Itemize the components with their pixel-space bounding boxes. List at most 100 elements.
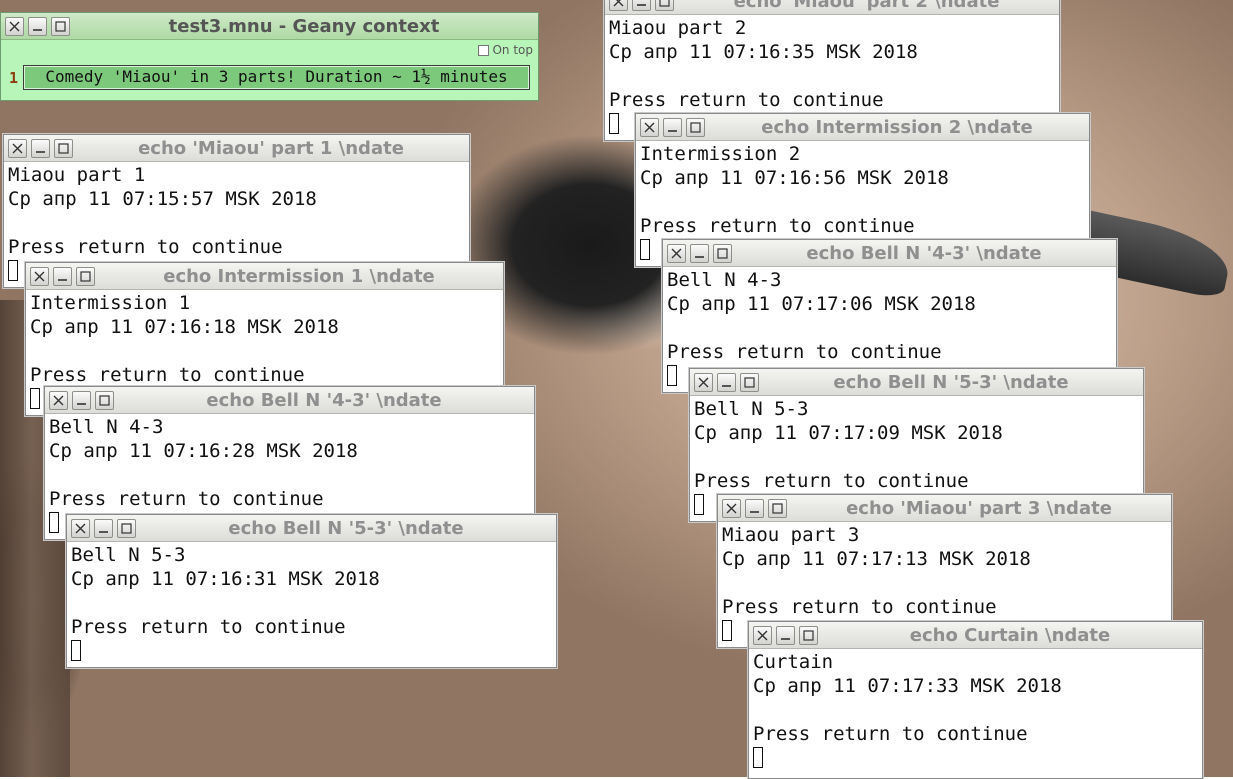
terminal-line: Ср апр 11 07:16:18 MSK 2018 [30, 316, 339, 338]
terminal-line: Press return to continue [753, 723, 1028, 745]
on-top-toggle[interactable]: On top [478, 43, 533, 57]
terminal-line: Intermission 2 [640, 143, 801, 165]
cursor-icon [722, 620, 732, 641]
window-title: echo 'Miaou' part 1 \ndate [138, 137, 404, 159]
cursor-icon [753, 747, 763, 768]
window-titlebar[interactable]: echo Bell N '4-3' \ndate [663, 240, 1116, 267]
cursor-icon [694, 494, 704, 515]
terminal-line: Press return to continue [609, 89, 884, 111]
window-titlebar[interactable]: echo Bell N '5-3' \ndate [67, 515, 556, 542]
terminal-cursor-line [71, 639, 552, 663]
maximize-icon[interactable] [768, 498, 787, 518]
checkbox-icon[interactable] [478, 44, 490, 56]
window-title: echo Bell N '5-3' \ndate [833, 371, 1069, 393]
menu-line-number: 1 [9, 69, 19, 87]
window-titlebar[interactable]: echo Intermission 2 \ndate [636, 114, 1089, 141]
maximize-icon[interactable] [713, 243, 732, 263]
maximize-icon[interactable] [54, 138, 73, 158]
terminal-output[interactable]: Curtain Ср апр 11 07:17:33 MSK 2018 Press … [753, 650, 1198, 776]
window-title: echo 'Miaou' part 2 \ndate [733, 0, 1000, 12]
window-title: echo 'Miaou' part 3 \ndate [846, 497, 1112, 519]
terminal-output[interactable]: Bell N 5-3 Ср апр 11 07:16:31 MSK 2018 Pre… [71, 543, 552, 665]
minimize-icon[interactable] [632, 0, 651, 11]
minimize-icon[interactable] [94, 518, 113, 538]
close-icon[interactable] [694, 372, 713, 392]
terminal-line: Ср апр 11 07:15:57 MSK 2018 [8, 188, 317, 210]
maximize-icon[interactable] [76, 266, 95, 286]
window-titlebar[interactable]: echo Intermission 1 \ndate [26, 263, 503, 290]
close-icon[interactable] [30, 266, 49, 286]
window-title: echo Curtain \ndate [909, 624, 1111, 646]
close-icon[interactable] [640, 117, 659, 137]
window-title: echo Intermission 1 \ndate [163, 265, 435, 287]
cursor-icon [71, 640, 81, 661]
terminal-window-bell53a[interactable]: echo Bell N '5-3' \ndate Bell N 5-3 Ср апр… [66, 514, 557, 668]
window-titlebar[interactable]: echo 'Miaou' part 2 \ndate [605, 0, 1059, 15]
menu-item-comedy[interactable]: Comedy 'Miaou' in 3 parts! Duration ~ 1½… [23, 65, 530, 90]
window-titlebar[interactable]: echo Curtain \ndate [749, 622, 1202, 649]
close-icon[interactable] [49, 390, 68, 410]
minimize-icon[interactable] [776, 625, 795, 645]
close-icon[interactable] [71, 518, 90, 538]
close-icon[interactable] [722, 498, 741, 518]
cursor-icon [609, 113, 619, 134]
minimize-icon[interactable] [72, 390, 91, 410]
minimize-icon[interactable] [28, 16, 47, 36]
minimize-icon[interactable] [53, 266, 72, 286]
terminal-line: Press return to continue [694, 470, 969, 492]
window-titlebar[interactable]: test3.mnu - Geany context [1, 13, 538, 40]
window-title: test3.mnu - Geany context [168, 15, 440, 37]
maximize-icon[interactable] [655, 0, 674, 11]
close-icon[interactable] [609, 0, 628, 11]
maximize-icon[interactable] [51, 16, 70, 36]
terminal-line: Ср апр 11 07:16:35 MSK 2018 [609, 41, 918, 63]
terminal-line: Ср апр 11 07:16:28 MSK 2018 [49, 440, 358, 462]
maximize-icon[interactable] [686, 117, 705, 137]
terminal-line: Curtain [753, 651, 834, 673]
window-titlebar[interactable]: echo Bell N '4-3' \ndate [45, 387, 534, 414]
close-icon[interactable] [753, 625, 772, 645]
minimize-icon[interactable] [31, 138, 50, 158]
close-icon[interactable] [5, 16, 24, 36]
terminal-line: Ср апр 11 07:16:56 MSK 2018 [640, 167, 949, 189]
cursor-icon [30, 388, 40, 409]
window-titlebar[interactable]: echo Bell N '5-3' \ndate [690, 369, 1143, 396]
cursor-icon [49, 512, 59, 533]
minimize-icon[interactable] [717, 372, 736, 392]
on-top-label: On top [492, 43, 533, 57]
minimize-icon[interactable] [663, 117, 682, 137]
terminal-line: Miaou part 1 [8, 164, 146, 186]
terminal-line: Bell N 5-3 [694, 398, 809, 420]
window-titlebar[interactable]: echo 'Miaou' part 3 \ndate [718, 495, 1171, 522]
minimize-icon[interactable] [745, 498, 764, 518]
maximize-icon[interactable] [740, 372, 759, 392]
terminal-line: Bell N 4-3 [49, 416, 164, 438]
cursor-icon [667, 365, 677, 386]
close-icon[interactable] [667, 243, 686, 263]
window-titlebar[interactable]: echo 'Miaou' part 1 \ndate [4, 135, 469, 162]
terminal-line: Press return to continue [30, 364, 305, 386]
window-title: echo Bell N '4-3' \ndate [806, 242, 1042, 264]
window-title: echo Intermission 2 \ndate [761, 116, 1033, 138]
terminal-line: Miaou part 3 [722, 524, 860, 546]
terminal-line: Intermission 1 [30, 292, 191, 314]
maximize-icon[interactable] [117, 518, 136, 538]
terminal-window-curtain[interactable]: echo Curtain \ndate Curtain Ср апр 11 07:1… [748, 621, 1203, 779]
terminal-line: Press return to continue [8, 236, 283, 258]
maximize-icon[interactable] [799, 625, 818, 645]
minimize-icon[interactable] [690, 243, 709, 263]
close-icon[interactable] [8, 138, 27, 158]
terminal-line: Miaou part 2 [609, 17, 747, 39]
terminal-line: Ср апр 11 07:16:31 MSK 2018 [71, 568, 380, 590]
terminal-line: Press return to continue [71, 616, 346, 638]
geany-context-window[interactable]: test3.mnu - Geany context On top 1 Comed… [0, 12, 539, 101]
maximize-icon[interactable] [95, 390, 114, 410]
